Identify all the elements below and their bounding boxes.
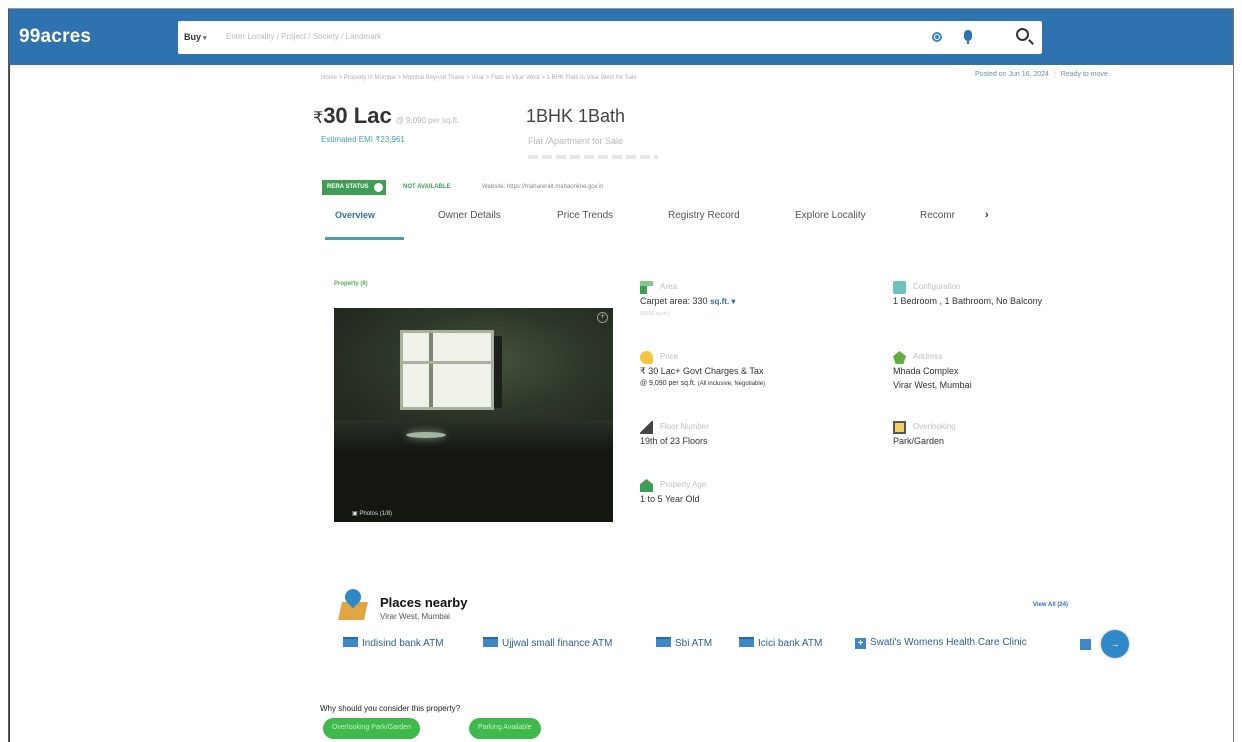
buy-dropdown[interactable]: Buy ▾ (184, 32, 207, 42)
chevron-down-icon: ▾ (203, 35, 207, 42)
hospital-icon[interactable] (1080, 639, 1091, 650)
property-type: Flat /Apartment for Sale (528, 136, 624, 146)
posted-date: Posted on Jun 16, 2024 (975, 71, 1049, 78)
rera-status-value: NOT AVAILABLE (403, 184, 451, 190)
photos-count: ▣ Photos (1/8) (352, 511, 393, 517)
property-photos-label: Property (8) (334, 281, 368, 287)
attr-price-label: Price (660, 352, 679, 361)
rera-badge-label: RERA STATUS (327, 184, 369, 190)
address-icon (893, 351, 906, 364)
place-chip[interactable]: Indisind bank ATM (343, 637, 444, 649)
highlight-pill: Overlooking Park/Garden (323, 718, 420, 739)
attr-configuration-value: 1 Bedroom , 1 Bathroom, No Balcony (893, 296, 1043, 306)
price-per-sqft: @ 9,090 per sq.ft. (395, 116, 460, 125)
area-icon (640, 281, 653, 294)
places-nearby-subtitle: Virar West, Mumbai (380, 612, 450, 621)
possession-status: Ready to move (1060, 71, 1108, 78)
attr-address-label: Address (913, 352, 943, 361)
attr-floor-value: 19th of 23 Floors (640, 436, 708, 446)
carousel-next-button[interactable]: → (1101, 630, 1129, 658)
house-icon (640, 479, 653, 492)
attr-configuration-label: Configuration (913, 282, 961, 291)
attr-floor-label: Floor Number (660, 422, 709, 431)
attr-overlooking-label: Overlooking (913, 422, 956, 431)
rupee-symbol: ₹ (313, 110, 324, 127)
frame-edge (9, 65, 10, 742)
breadcrumb[interactable]: Home > Property in Mumbai > Mumbai Beyon… (321, 75, 637, 81)
attr-address-sub: Virar West, Mumbai (893, 380, 972, 390)
attr-price-sub: @ 9,090 per sq.ft. (All inclusive, Negot… (640, 380, 766, 387)
rera-status-badge: RERA STATUS (322, 180, 386, 195)
active-tab-indicator (325, 237, 404, 240)
configuration-icon (893, 281, 906, 294)
top-navbar: 99acres Buy ▾ Enter Locality / Project / … (9, 9, 1233, 65)
places-list: Indisind bank ATM Ujjwal small finance A… (343, 630, 1129, 658)
attr-address-value: Mhada Complex (893, 366, 959, 376)
listing-price: ₹30 Lac @ 9,090 per sq.ft. (313, 103, 459, 129)
attr-area-sub: (30.66 sq.m.) (640, 311, 670, 317)
attr-price-value: ₹ 30 Lac+ Govt Charges & Tax (640, 366, 764, 376)
overlooking-icon (893, 421, 906, 434)
search-icon[interactable] (1016, 28, 1029, 41)
property-photo[interactable]: ▣ Photos (1/8) (334, 308, 613, 522)
section-tabs: Overview Owner Details Price Trends Regi… (321, 209, 1021, 240)
locality-text-faint (528, 155, 658, 159)
places-nearby-title: Places nearby (380, 595, 468, 610)
price-value: 30 Lac (323, 103, 392, 128)
atm-icon (739, 637, 754, 647)
tab-overview[interactable]: Overview (335, 210, 375, 220)
view-all-link[interactable]: View All (24) (1033, 602, 1068, 608)
place-chip[interactable]: Icici bank ATM (739, 637, 822, 649)
attr-age-label: Property Age (660, 480, 707, 489)
location-target-icon[interactable] (932, 32, 942, 42)
emi-link[interactable]: Estimated EMI ₹23,961 (321, 135, 405, 144)
place-chip[interactable]: Ujjwal small finance ATM (483, 637, 612, 649)
site-logo[interactable]: 99acres (19, 26, 91, 48)
posted-info: Posted on Jun 16, 2024 | Ready to move (975, 71, 1108, 78)
rera-website[interactable]: Website: https://maharerait.mahaonline.g… (482, 184, 604, 190)
attr-area-label: Area (660, 282, 677, 291)
listing-config-title: 1BHK 1Bath (526, 106, 626, 126)
atm-icon (656, 637, 671, 647)
search-input[interactable]: Enter Locality / Project / Society / Lan… (226, 32, 381, 41)
stairs-icon (640, 421, 653, 434)
tab-price-trends[interactable]: Price Trends (557, 210, 613, 221)
zoom-icon[interactable] (597, 311, 608, 323)
microphone-icon[interactable] (964, 30, 972, 44)
highlight-pill: Parking Available (469, 718, 541, 739)
atm-icon (343, 637, 358, 647)
map-pin-icon (338, 585, 368, 621)
attr-age-value: 1 to 5 Year Old (640, 494, 700, 504)
price-tag-icon (640, 351, 653, 364)
hospital-icon: + (855, 638, 866, 649)
attr-overlooking-value: Park/Garden (893, 436, 945, 446)
info-icon[interactable] (373, 183, 383, 192)
tab-owner-details[interactable]: Owner Details (438, 210, 501, 221)
why-consider-title: Why should you consider this property? (320, 704, 461, 713)
place-chip[interactable]: + Swati's Womens Health Care Clinic (855, 637, 1027, 649)
buy-label: Buy (184, 32, 202, 42)
place-chip[interactable]: Sbi ATM (656, 637, 712, 649)
tab-registry-record[interactable]: Registry Record (668, 210, 740, 221)
tab-explore-locality[interactable]: Explore Locality (795, 210, 866, 221)
attr-area-value: Carpet area: 330 sq.ft. ▾ (640, 296, 736, 306)
chevron-right-icon[interactable]: › (985, 209, 989, 221)
search-bar[interactable]: Buy ▾ Enter Locality / Project / Society … (178, 21, 1042, 54)
tab-recommendations[interactable]: Recomr (920, 210, 955, 221)
unit-dropdown[interactable]: sq.ft. ▾ (710, 297, 735, 306)
page-frame: 99acres Buy ▾ Enter Locality / Project / … (8, 8, 1234, 742)
atm-icon (483, 637, 498, 647)
